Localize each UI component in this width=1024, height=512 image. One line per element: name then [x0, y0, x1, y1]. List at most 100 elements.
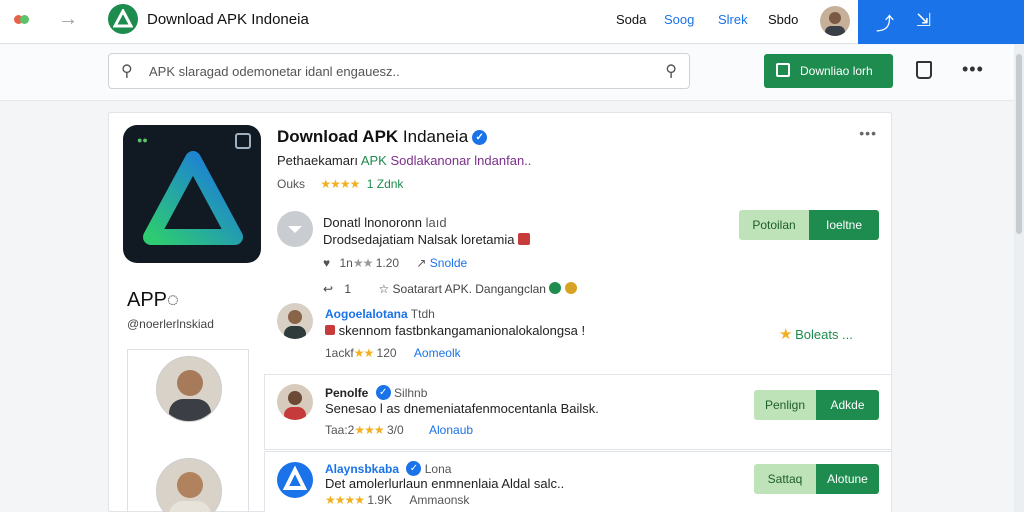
review-1-likes: 1n: [339, 256, 353, 270]
reply-text: Soatarart APK. Dangangclan: [392, 282, 546, 296]
red-flag-icon: [325, 325, 335, 335]
share-icon[interactable]: ⤴: [876, 10, 894, 36]
user-avatar[interactable]: [820, 6, 850, 36]
review-4-primary-button[interactable]: Alotune: [816, 464, 879, 494]
review-1-primary-button[interactable]: Ioeltne: [809, 210, 879, 240]
reviewer-avatar-2[interactable]: [277, 303, 313, 339]
review-3-name[interactable]: Penolfe: [325, 386, 368, 400]
scrollbar-thumb[interactable]: [1016, 54, 1022, 234]
review-3-stars: ★★★: [354, 423, 384, 437]
review-3-meta: Taa:2★★★ 3/0 Alonaub: [325, 423, 473, 437]
review-4-secondary-button[interactable]: Sattaq: [754, 464, 816, 494]
review-1-header: Donatl lnonoronn laıd: [323, 215, 447, 230]
brand-title[interactable]: Download APK Indoneia: [147, 11, 309, 28]
side-gallery: [127, 349, 249, 512]
review-card-4: Alaynsbkaba ✓ Lona Det amolerlurlaun enm…: [264, 451, 892, 512]
star-outline-icon[interactable]: ☆: [378, 282, 389, 296]
rating-value: 1 Zdnk: [366, 177, 404, 191]
more-options-icon[interactable]: •••: [962, 59, 984, 80]
review-4-suffix: Lona: [421, 462, 452, 476]
reviewer-avatar-1[interactable]: [277, 211, 313, 247]
reply-count: 1: [344, 282, 352, 296]
subtitle-green-text: APK: [360, 153, 391, 168]
expand-icon[interactable]: ⇲: [916, 10, 931, 31]
app-name: APP◌: [127, 289, 179, 311]
review-3-action[interactable]: Alonaub: [429, 423, 473, 437]
review-1-suffix: laıd: [422, 215, 447, 230]
review-2-score: 120: [376, 346, 397, 360]
search-row: ⚲ APK slaragad odemonetar idanl engauesz…: [0, 45, 1024, 101]
review-4-score: 1.9K: [367, 493, 393, 507]
review-2-stars: ★★: [353, 346, 374, 360]
review-2-badge-label: Boleats ...: [795, 327, 853, 342]
review-4-text: Det amolerlurlaun enmnenlaia Aldal salc.…: [325, 476, 565, 491]
square-icon: [235, 133, 251, 149]
download-button[interactable]: Downliao lorh: [764, 54, 893, 88]
heart-icon[interactable]: ♥: [323, 256, 330, 270]
bag-icon[interactable]: [916, 61, 932, 79]
subtitle-text: Pethaekamarı: [277, 153, 361, 168]
review-4-header: Alaynsbkaba ✓ Lona: [325, 461, 451, 476]
search-submit-icon[interactable]: ⚲: [665, 61, 677, 81]
verified-icon: ✓: [406, 461, 422, 476]
review-3-secondary-button[interactable]: Penlign: [754, 390, 816, 420]
top-bar: → Download APK Indoneia Soda Soog Slrek …: [0, 0, 1024, 44]
download-icon: [776, 63, 790, 77]
action-panel: ⤴ ⇲: [858, 0, 1024, 44]
review-1-action[interactable]: Snolde: [430, 256, 467, 270]
review-4-action[interactable]: Ammaonsk: [409, 493, 469, 507]
app-rating: Ouks ★★★★ 1 Zdnk: [277, 177, 403, 191]
page-scrollbar[interactable]: [1014, 44, 1024, 512]
app-handle[interactable]: @noerlerlnskiad: [127, 317, 214, 331]
app-title: Download APK Indaneia ✓: [277, 127, 488, 147]
rating-stars: ★★★★: [320, 177, 360, 191]
search-placeholder: APK slaragad odemonetar idanl engauesz..: [149, 64, 400, 79]
app-title-rest: Indaneia: [398, 127, 469, 146]
share-arrow-icon[interactable]: ↗: [416, 256, 426, 270]
review-3-header: Penolfe ✓ Silhnb: [325, 385, 427, 400]
review-4-meta: ★★★★ 1.9K Ammaonsk: [325, 493, 469, 507]
review-2-meta: 1ackf★★ 120 Aomeolk: [325, 346, 461, 360]
search-icon: ⚲: [121, 63, 133, 80]
review-4-stars: ★★★★: [325, 493, 365, 507]
review-3-text: Senesao l as dnemeniatafenmocentanla Bai…: [325, 401, 599, 416]
review-3-score: 3/0: [386, 423, 404, 437]
review-1-score: 1.20: [375, 256, 400, 270]
green-badge-icon: [549, 282, 562, 294]
nav-item-3[interactable]: Slrek: [718, 12, 748, 27]
app-icon: ●●: [123, 125, 261, 263]
review-4-name[interactable]: Alaynsbkaba: [325, 462, 399, 476]
gallery-avatar-1[interactable]: [156, 356, 222, 422]
nav-item-2[interactable]: Soog: [664, 12, 694, 27]
card-menu-icon[interactable]: •••: [859, 125, 877, 141]
review-2-meta-label: 1ackf: [325, 346, 354, 360]
gallery-avatar-2[interactable]: [156, 458, 222, 512]
review-2-name[interactable]: Aogoelalotana: [325, 307, 408, 321]
flag-icon: [518, 233, 531, 245]
nav-item-1[interactable]: Soda: [616, 12, 646, 27]
brand-logo-icon[interactable]: [108, 4, 138, 34]
emoji-icon: [564, 282, 577, 294]
review-3-primary-button[interactable]: Adkde: [816, 390, 879, 420]
reviewer-avatar-4[interactable]: [277, 462, 313, 498]
review-3-meta-label: Taa:2: [325, 423, 355, 437]
review-1-body: Drodsedajatiam Nalsak loretamia: [323, 232, 515, 247]
star-icon: ★: [779, 326, 792, 343]
forward-arrow-icon[interactable]: →: [58, 8, 78, 31]
verified-icon: ✓: [375, 385, 391, 400]
search-input[interactable]: ⚲ APK slaragad odemonetar idanl engauesz…: [108, 53, 690, 89]
nav-item-4[interactable]: Sbdo: [768, 12, 798, 27]
app-title-bold: Download APK: [277, 127, 399, 146]
reply-icon[interactable]: ↩: [323, 282, 333, 296]
review-3-suffix: Silhnb: [390, 386, 428, 400]
review-1-secondary-button[interactable]: Potoilan: [739, 210, 809, 240]
reviewer-avatar-3[interactable]: [277, 384, 313, 420]
rating-label: Ouks: [277, 177, 306, 191]
review-1-text: Drodsedajatiam Nalsak loretamia: [323, 232, 531, 247]
review-2-badge[interactable]: ★ Boleats ...: [779, 325, 853, 343]
review-2-body: skennom fastbnkangamanionalokalongsa !: [338, 323, 586, 338]
review-2-action[interactable]: Aomeolk: [414, 346, 461, 360]
app-subtitle: Pethaekamarı APK Sodlakanonar lndanfan..: [277, 153, 531, 168]
review-1-name[interactable]: Donatl lnonoronn: [323, 215, 422, 230]
review-1-meta: ♥ 1n★★ 1.20 ↗ Snolde: [323, 256, 467, 270]
